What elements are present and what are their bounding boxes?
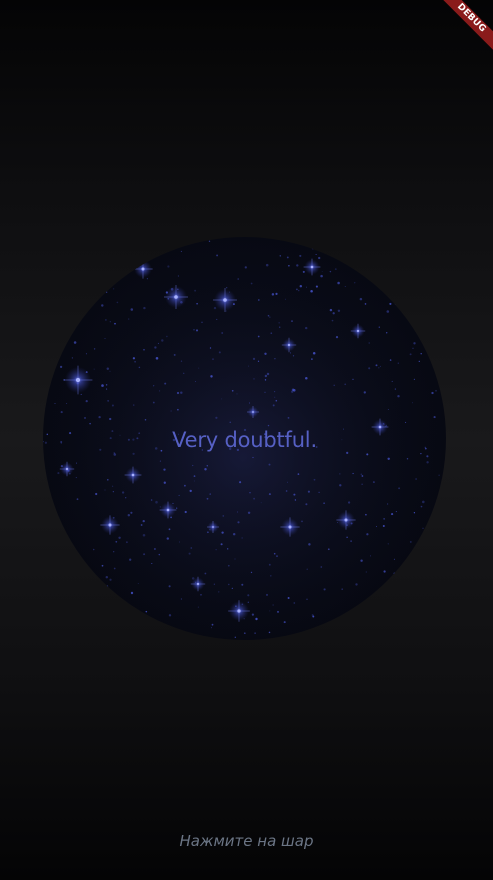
app-screen: DEBUG Very doubtful. Нажмите на шар	[0, 0, 493, 880]
magic-ball[interactable]: Very doubtful.	[43, 237, 446, 640]
answer-text: Very doubtful.	[172, 427, 317, 452]
tap-hint: Нажмите на шар	[179, 832, 314, 850]
debug-banner: DEBUG	[433, 0, 493, 60]
debug-banner-label: DEBUG	[433, 0, 493, 56]
